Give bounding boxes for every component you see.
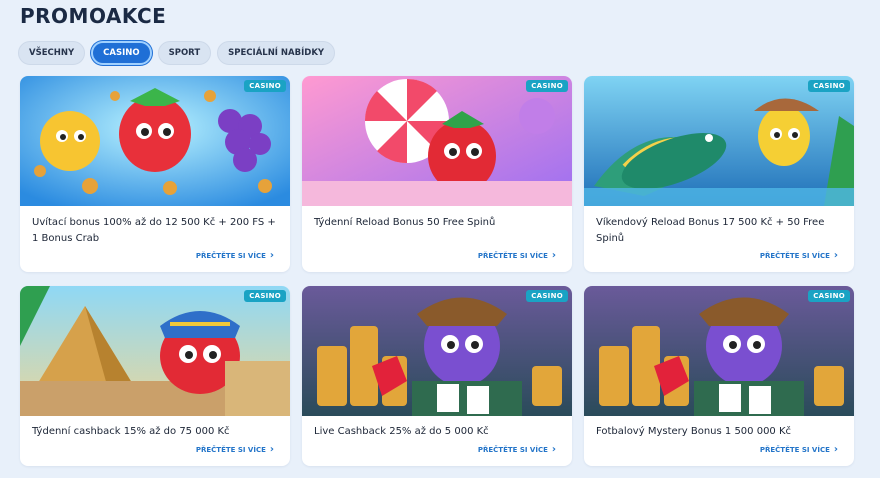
- promo-title: Fotbalový Mystery Bonus 1 500 000 Kč: [596, 426, 792, 437]
- read-more-label: PŘEČTĚTE SI VÍCE: [759, 446, 830, 454]
- promo-image-cowboy-grape: CASINO: [584, 286, 854, 416]
- promo-card-welcome[interactable]: CASINO Uvítací bonus 100% až do 12 500 K…: [20, 76, 290, 272]
- promo-image-cowboy-grape: CASINO: [302, 286, 572, 416]
- promo-title: Víkendový Reload Bonus 17 500 Kč + 50 Fr…: [596, 217, 825, 244]
- category-badge: CASINO: [808, 80, 850, 92]
- promo-card-weekend-reload[interactable]: CASINO Víkendový Reload Bonus 17 500 Kč …: [584, 76, 854, 272]
- read-more-link[interactable]: PŘEČTĚTE SI VÍCE ›: [477, 444, 556, 455]
- promo-card-live-cashback[interactable]: CASINO Live Cashback 25% až do 5 000 Kč …: [302, 286, 572, 466]
- promo-image-fruits: CASINO: [20, 76, 290, 206]
- read-more-link[interactable]: PŘEČTĚTE SI VÍCE ›: [759, 250, 838, 261]
- promo-card-football-mystery[interactable]: CASINO Fotbalový Mystery Bonus 1 500 000…: [584, 286, 854, 466]
- category-badge: CASINO: [526, 290, 568, 302]
- chevron-right-icon: ›: [551, 250, 556, 261]
- read-more-link[interactable]: PŘEČTĚTE SI VÍCE ›: [477, 250, 556, 261]
- read-more-link[interactable]: PŘEČTĚTE SI VÍCE ›: [195, 444, 274, 455]
- read-more-link[interactable]: PŘEČTĚTE SI VÍCE ›: [759, 444, 838, 455]
- chevron-right-icon: ›: [833, 250, 838, 261]
- promo-image-fishing: CASINO: [584, 76, 854, 206]
- read-more-label: PŘEČTĚTE SI VÍCE: [477, 446, 548, 454]
- promo-title: Týdenní Reload Bonus 50 Free Spinů: [314, 217, 496, 228]
- chevron-right-icon: ›: [833, 444, 838, 455]
- chevron-right-icon: ›: [551, 444, 556, 455]
- read-more-label: PŘEČTĚTE SI VÍCE: [195, 446, 266, 454]
- category-badge: CASINO: [244, 80, 286, 92]
- promo-card-weekly-reload[interactable]: CASINO Týdenní Reload Bonus 50 Free Spin…: [302, 76, 572, 272]
- tab-sport[interactable]: SPORT: [157, 41, 212, 65]
- chevron-right-icon: ›: [269, 250, 274, 261]
- promo-title: Uvítací bonus 100% až do 12 500 Kč + 200…: [32, 217, 276, 244]
- promo-card-weekly-cashback[interactable]: CASINO Týdenní cashback 15% až do 75 000…: [20, 286, 290, 466]
- promo-image-candy: CASINO: [302, 76, 572, 206]
- read-more-label: PŘEČTĚTE SI VÍCE: [759, 252, 830, 260]
- filter-tabs: VŠECHNY CASINO SPORT SPECIÁLNÍ NABÍDKY: [18, 41, 336, 65]
- promo-title: Týdenní cashback 15% až do 75 000 Kč: [32, 426, 230, 437]
- category-badge: CASINO: [244, 290, 286, 302]
- tab-all[interactable]: VŠECHNY: [18, 41, 86, 65]
- read-more-label: PŘEČTĚTE SI VÍCE: [195, 252, 266, 260]
- chevron-right-icon: ›: [269, 444, 274, 455]
- category-badge: CASINO: [526, 80, 568, 92]
- read-more-link[interactable]: PŘEČTĚTE SI VÍCE ›: [195, 250, 274, 261]
- promo-title: Live Cashback 25% až do 5 000 Kč: [314, 426, 489, 437]
- page-title: PROMOAKCE: [20, 4, 167, 28]
- read-more-label: PŘEČTĚTE SI VÍCE: [477, 252, 548, 260]
- tab-casino[interactable]: CASINO: [91, 41, 152, 65]
- promo-image-pyramid: CASINO: [20, 286, 290, 416]
- category-badge: CASINO: [808, 290, 850, 302]
- tab-special-offers[interactable]: SPECIÁLNÍ NABÍDKY: [217, 41, 336, 65]
